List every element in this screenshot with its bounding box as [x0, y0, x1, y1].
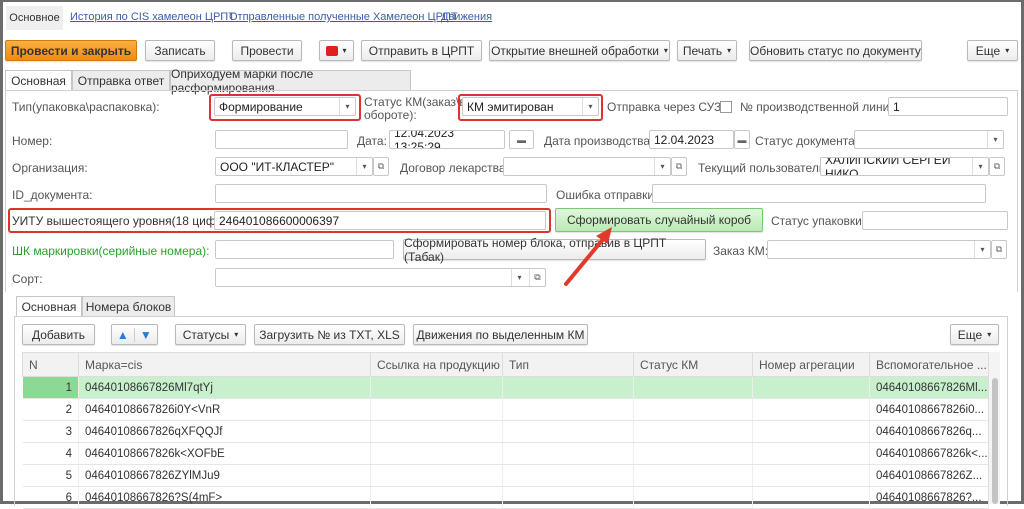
table-cell: 04640108667826q... [869, 420, 989, 443]
table-cell: 04640108667826k<... [869, 442, 989, 465]
table-cell: 2 [22, 398, 79, 421]
table-cell: 04640108667826i0Y<VnR [78, 398, 371, 421]
table-cell [370, 398, 503, 421]
table-cell [370, 464, 503, 487]
col-mark[interactable]: Марка=cis [78, 352, 371, 377]
table-cell [752, 464, 870, 487]
table-cell [502, 398, 634, 421]
load-file-button[interactable]: Загрузить № из TXT, XLS [254, 324, 405, 345]
table-more-button[interactable]: Еще ▾ [950, 324, 999, 345]
table-cell: 3 [22, 420, 79, 443]
table-cell [633, 464, 753, 487]
table-cell [502, 464, 634, 487]
table-cell [502, 376, 634, 399]
arrow-down-icon[interactable]: ▼ [135, 328, 157, 342]
table-cell: 04640108667826ZYlMJu9 [78, 464, 371, 487]
inner-tab-main[interactable]: Основная [16, 296, 82, 317]
col-n[interactable]: N [22, 352, 79, 377]
table-cell [502, 420, 634, 443]
table-cell [502, 486, 634, 509]
table-row[interactable]: 4 04640108667826k<XOFbE 04640108667826k<..… [22, 442, 989, 465]
table-cell [752, 486, 870, 509]
table-cell [633, 398, 753, 421]
table-cell: 6 [22, 486, 79, 509]
table-cell: 1 [22, 376, 79, 399]
table-row[interactable]: 1 04640108667826Ml7qtYj 04640108667826Ml..… [22, 376, 989, 399]
table-cell: 04640108667826i0... [869, 398, 989, 421]
table-cell: 04640108667826?S(4mF> [78, 486, 371, 509]
movements-selected-button[interactable]: Движения по выделенным КМ [413, 324, 588, 345]
table-row[interactable]: 2 04640108667826i0Y<VnR 04640108667826i0..… [22, 398, 989, 421]
table-cell: 04640108667826qXFQQJf [78, 420, 371, 443]
table-cell [370, 376, 503, 399]
inner-tab-blocks[interactable]: Номера блоков [82, 296, 175, 316]
marks-table: N Марка=cis Ссылка на продукцию Тип Стат… [22, 352, 989, 509]
table-row[interactable]: 6 04640108667826?S(4mF> 04640108667826?... [22, 486, 989, 509]
table-cell [633, 442, 753, 465]
table-cell: 04640108667826k<XOFbE [78, 442, 371, 465]
scrollbar-thumb[interactable] [992, 378, 998, 504]
move-buttons: ▲ ▼ [111, 324, 158, 345]
arrow-up-icon[interactable]: ▲ [112, 327, 135, 342]
col-product[interactable]: Ссылка на продукцию [370, 352, 503, 377]
table-cell [502, 442, 634, 465]
statuses-label: Статусы [182, 327, 230, 342]
table-cell: 04640108667826Ml7qtYj [78, 376, 371, 399]
table-row[interactable]: 3 04640108667826qXFQQJf 04640108667826q... [22, 420, 989, 443]
table-scrollbar[interactable] [988, 352, 1000, 504]
table-header: N Марка=cis Ссылка на продукцию Тип Стат… [22, 352, 989, 377]
chevron-down-icon: ▾ [987, 330, 992, 339]
table-row[interactable]: 5 04640108667826ZYlMJu9 04640108667826Z... [22, 464, 989, 487]
chevron-down-icon: ▾ [234, 330, 239, 339]
table-cell [752, 442, 870, 465]
table-cell: 04640108667826Z... [869, 464, 989, 487]
table-cell [370, 486, 503, 509]
table-cell: 4 [22, 442, 79, 465]
table-cell [752, 376, 870, 399]
col-auxiliary[interactable]: Вспомогательное ... [869, 352, 989, 377]
table-cell [370, 420, 503, 443]
table-cell [370, 442, 503, 465]
table-cell [633, 420, 753, 443]
table-cell [633, 486, 753, 509]
table-cell [633, 376, 753, 399]
statuses-button[interactable]: Статусы ▾ [175, 324, 246, 345]
table-cell [752, 398, 870, 421]
col-type[interactable]: Тип [502, 352, 634, 377]
table-cell: 04640108667826?... [869, 486, 989, 509]
table-cell: 5 [22, 464, 79, 487]
table-cell [752, 420, 870, 443]
add-button[interactable]: Добавить [22, 324, 95, 345]
col-km-status[interactable]: Статус КМ [633, 352, 753, 377]
table-more-label: Еще [957, 327, 983, 342]
table-cell: 04640108667826Ml... [869, 376, 989, 399]
col-aggregation[interactable]: Номер агрегации [752, 352, 870, 377]
